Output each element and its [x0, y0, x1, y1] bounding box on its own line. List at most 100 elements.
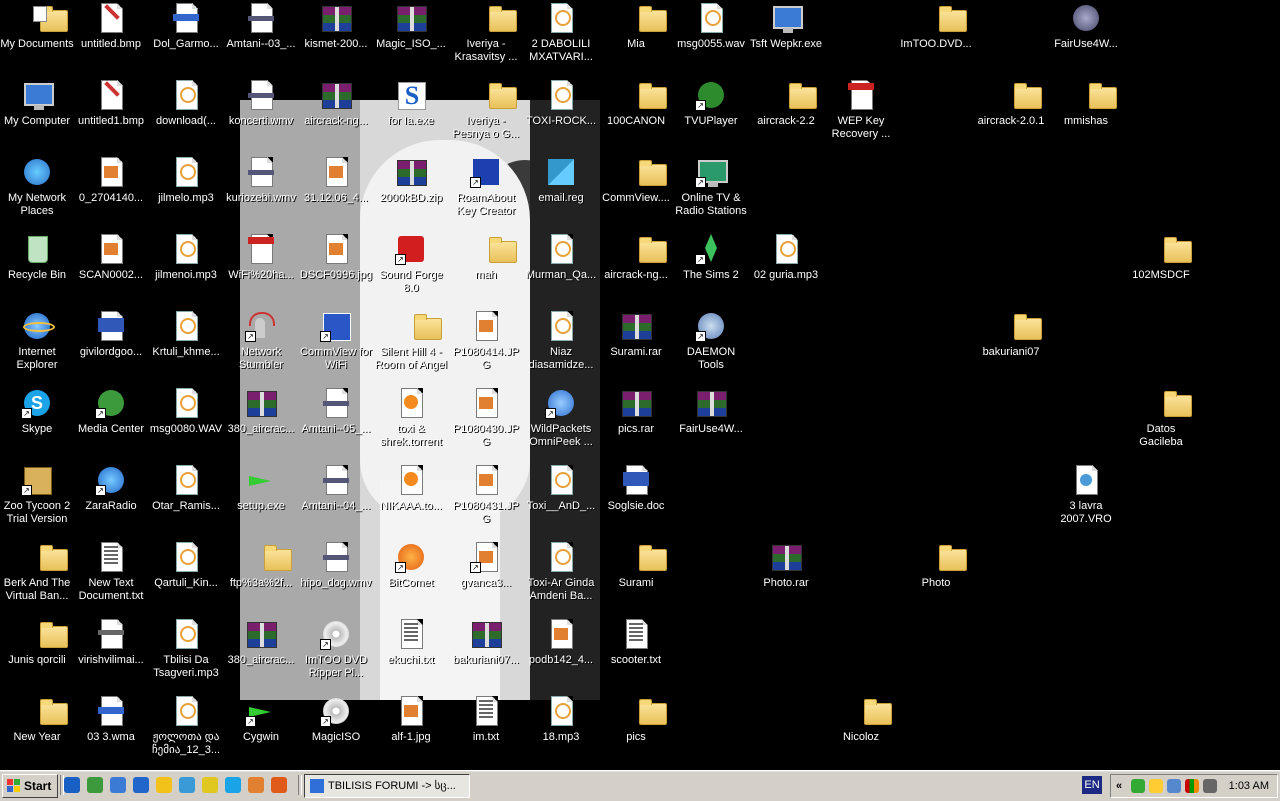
network-tray-icon[interactable] — [1167, 779, 1181, 793]
desktop-icon-wildpackets[interactable]: ↗ WildPackets OmniPeek ... — [524, 385, 598, 462]
desktop-icon-fairuse4w-1[interactable]: FairUse4W... — [1049, 0, 1123, 77]
desktop-icon-ftp-folder[interactable]: ftp%3a%2f... — [224, 539, 298, 616]
desktop-icon-media-center[interactable]: ↗ Media Center — [74, 385, 148, 462]
tray-expand-chevron[interactable]: « — [1116, 775, 1122, 797]
desktop-icon-18-mp3[interactable]: 18.mp3 — [524, 693, 598, 770]
desktop-icon-qartuli-kin[interactable]: Qartuli_Kin... — [149, 539, 223, 616]
desktop-icon-krtuli-khme[interactable]: Krtuli_khme... — [149, 308, 223, 385]
desktop-icon-my-network-places[interactable]: My Network Places — [0, 154, 74, 231]
desktop-icon-skype[interactable]: S ↗ Skype — [0, 385, 74, 462]
desktop-icon-imtoo-dvd-ripper[interactable]: ↗ ImTOO DVD Ripper Pl... — [299, 616, 373, 693]
desktop-icon-bakuriani07-rar[interactable]: bakuriani07... — [449, 616, 523, 693]
desktop-icon-wifi-pdf[interactable]: WiFi%20ha... — [224, 231, 298, 308]
desktop-icon-dol-garmo[interactable]: Dol_Garmo... — [149, 0, 223, 77]
desktop-icon-givilordgoo[interactable]: givilordgoo... — [74, 308, 148, 385]
desktop-icon-toxi-and[interactable]: Toxi__AnD_... — [524, 462, 598, 539]
desktop-icon-silent-hill[interactable]: Silent Hill 4 - Room of Angel — [374, 308, 448, 385]
desktop-icon-aircrack-2-0-1[interactable]: aircrack-2.0.1 — [974, 77, 1048, 154]
desktop[interactable]: My Documents untitled.bmp Dol_Garmo... Amta… — [0, 0, 1280, 770]
desktop-icon-new-year[interactable]: New Year — [0, 693, 74, 770]
desktop-icon-jilmenoi[interactable]: jilmenoi.mp3 — [149, 231, 223, 308]
quick-launch-network-icon[interactable] — [179, 777, 195, 793]
desktop-icon-iveriya-krasavitsy[interactable]: Iveriya - Krasavitsy ... — [449, 0, 523, 77]
desktop-icon-102msdcf[interactable]: 102MSDCF — [1124, 231, 1198, 308]
quick-launch-media-icon[interactable] — [87, 777, 103, 793]
desktop-icon-wep-key-recovery[interactable]: WEP Key Recovery ... — [824, 77, 898, 154]
desktop-icon-tbilisi-da-tsagveri[interactable]: Tbilisi Da Tsagveri.mp3 — [149, 616, 223, 693]
desktop-icon-for-ia[interactable]: Sfor Ia.exe — [374, 77, 448, 154]
desktop-icon-surami-folder[interactable]: Surami — [599, 539, 673, 616]
desktop-icon-aircrack-2-2[interactable]: aircrack-2.2 — [749, 77, 823, 154]
desktop-icon-aircrack-ng-folder[interactable]: aircrack-ng... — [599, 231, 673, 308]
quick-launch-firefox-icon[interactable] — [271, 777, 287, 793]
desktop-icon-commview-wifi[interactable]: ↗ CommView for WiFi — [299, 308, 373, 385]
desktop-icon-surami-rar[interactable]: Surami.rar — [599, 308, 673, 385]
desktop-icon-toxi-ar-ginda[interactable]: Toxi-Ar Ginda Amdeni Ba... — [524, 539, 598, 616]
desktop-icon-gvanca3[interactable]: ↗ gvanca3... — [449, 539, 523, 616]
desktop-icon-mia[interactable]: Mia — [599, 0, 673, 77]
desktop-icon-my-documents[interactable]: My Documents — [0, 0, 74, 77]
desktop-icon-380-aircrac-2[interactable]: 380_aircrac... — [224, 616, 298, 693]
desktop-icon-mmishas[interactable]: mmishas — [1049, 77, 1123, 154]
desktop-icon-100canon[interactable]: 100CANON — [599, 77, 673, 154]
desktop-icon-niaz[interactable]: Niaz diasamidze... — [524, 308, 598, 385]
desktop-icon-podb142[interactable]: podb142_4... — [524, 616, 598, 693]
desktop-icon-otar-ramis[interactable]: Otar_Ramis... — [149, 462, 223, 539]
desktop-icon-scan0002[interactable]: SCAN0002... — [74, 231, 148, 308]
desktop-icon-fairuse4w-2[interactable]: FairUse4W... — [674, 385, 748, 462]
desktop-icon-03-3-wma[interactable]: 03 3.wma — [74, 693, 148, 770]
desktop-icon-new-text-document[interactable]: New Text Document.txt — [74, 539, 148, 616]
desktop-icon-2000kbd-zip[interactable]: 2000kBD.zip — [374, 154, 448, 231]
desktop-icon-virishvilimai[interactable]: virishvilimai... — [74, 616, 148, 693]
desktop-icon-kismet[interactable]: kismet-200... — [299, 0, 373, 77]
desktop-icon-p1080431[interactable]: P1080431.JPG — [449, 462, 523, 539]
desktop-icon-nikaaa[interactable]: NIKAAA.to... — [374, 462, 448, 539]
quick-launch-skype-icon[interactable] — [225, 777, 241, 793]
desktop-icon-sound-forge[interactable]: ↗ Sound Forge 8.0 — [374, 231, 448, 308]
desktop-icon-untitled1-bmp[interactable]: untitled1.bmp — [74, 77, 148, 154]
quick-launch-messenger-icon[interactable] — [156, 777, 172, 793]
desktop-icon-3-lavra[interactable]: 3 lavra 2007.VRO — [1049, 462, 1123, 539]
desktop-icon-amtani-04[interactable]: Amtani--04_... — [299, 462, 373, 539]
desktop-icon-im-txt[interactable]: im.txt — [449, 693, 523, 770]
desktop-icon-magic-iso-rar[interactable]: Magic_ISO_... — [374, 0, 448, 77]
desktop-icon-murman-qa[interactable]: Murman_Qa... — [524, 231, 598, 308]
desktop-icon-photo-folder[interactable]: Photo — [899, 539, 973, 616]
quick-launch-media2-icon[interactable] — [248, 777, 264, 793]
desktop-icon-photo-rar[interactable]: Photo.rar — [749, 539, 823, 616]
desktop-icon-imtoo-dvd[interactable]: ImTOO.DVD... — [899, 0, 973, 77]
desktop-icon-jilmelo[interactable]: jilmelo.mp3 — [149, 154, 223, 231]
desktop-icon-email-reg[interactable]: email.reg — [524, 154, 598, 231]
desktop-icon-zararadio[interactable]: ↗ ZaraRadio — [74, 462, 148, 539]
desktop-icon-p1080414[interactable]: P1080414.JPG — [449, 308, 523, 385]
desktop-icon-pics-rar[interactable]: pics.rar — [599, 385, 673, 462]
desktop-icon-datos-gacileba[interactable]: Datos Gacileba — [1124, 385, 1198, 462]
task-button-forum[interactable]: TBILISIS FORUMI -> სც... — [304, 774, 470, 798]
start-button[interactable]: Start — [2, 774, 58, 798]
messenger-tray-icon[interactable] — [1131, 779, 1145, 793]
desktop-icon-iveriya-pesnya[interactable]: Iveriya - Pesnya o G... — [449, 77, 523, 154]
desktop-icon-junis-qorcili[interactable]: Junis qorcili — [0, 616, 74, 693]
desktop-icon-scooter-txt[interactable]: scooter.txt — [599, 616, 673, 693]
desktop-icon-online-tv[interactable]: ↗ Online TV & Radio Stations — [674, 154, 748, 231]
desktop-icon-dabolili[interactable]: 2 DABOLILI MXATVARI... — [524, 0, 598, 77]
desktop-icon-cygwin[interactable]: ↗ Cygwin — [224, 693, 298, 770]
desktop-icon-tvuplayer[interactable]: ↗ TVUPlayer — [674, 77, 748, 154]
desktop-icon-bitcomet[interactable]: ↗ BitComet — [374, 539, 448, 616]
language-indicator[interactable]: EN — [1082, 776, 1102, 794]
desktop-icon-380-aircrac-1[interactable]: 380_aircrac... — [224, 385, 298, 462]
quick-launch-outlook-icon[interactable] — [110, 777, 126, 793]
desktop-icon-msg0055[interactable]: msg0055.wav — [674, 0, 748, 77]
desktop-icon-bakuriani07-folder[interactable]: bakuriani07 — [974, 308, 1048, 385]
desktop-icon-nicoloz[interactable]: Nicoloz — [824, 693, 898, 770]
desktop-icon-02-guria[interactable]: 02 guria.mp3 — [749, 231, 823, 308]
desktop-icon-alf-1-jpg[interactable]: alf-1.jpg — [374, 693, 448, 770]
desktop-icon-koncerti-wmv[interactable]: koncerti.wmv — [224, 77, 298, 154]
desktop-icon-ekuchi-txt[interactable]: ekuchi.txt — [374, 616, 448, 693]
quick-launch-winrar-icon[interactable] — [202, 777, 218, 793]
desktop-icon-zoo-tycoon[interactable]: ↗ Zoo Tycoon 2 Trial Version — [0, 462, 74, 539]
desktop-icon-internet-explorer[interactable]: Internet Explorer — [0, 308, 74, 385]
desktop-icon-daemon-tools[interactable]: ↗ DAEMON Tools — [674, 308, 748, 385]
desktop-icon-commview-folder[interactable]: CommView.... — [599, 154, 673, 231]
desktop-icon-msg0080[interactable]: msg0080.WAV — [149, 385, 223, 462]
